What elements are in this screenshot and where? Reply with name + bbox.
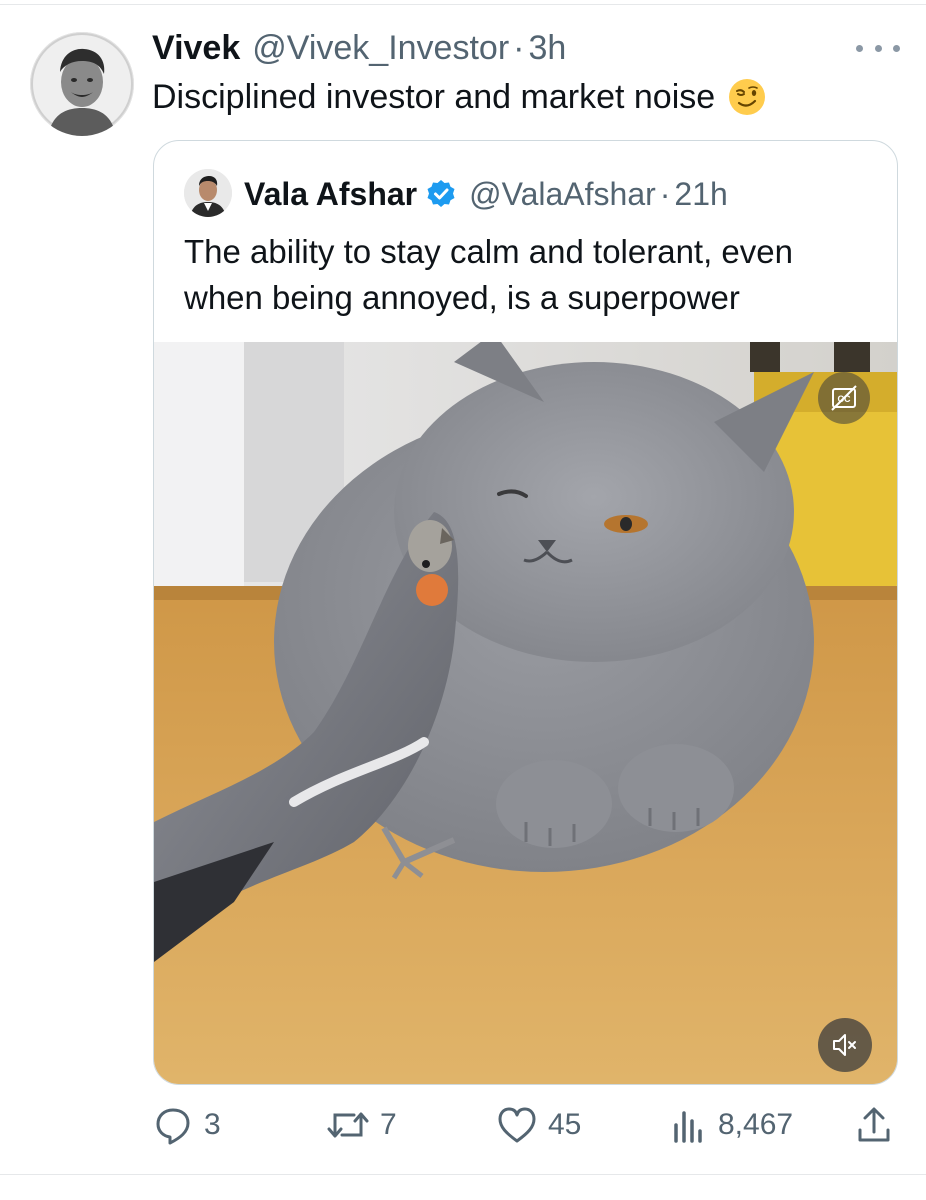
- separator-dot: ·: [513, 28, 525, 67]
- views-button[interactable]: 8,467: [668, 1100, 793, 1150]
- repost-button[interactable]: 7: [326, 1100, 397, 1150]
- like-button[interactable]: 45: [496, 1100, 581, 1150]
- quoted-tweet-header: Vala Afshar @ValaAfshar · 21h: [244, 171, 728, 217]
- quoted-author-avatar[interactable]: [184, 169, 232, 217]
- reply-count: 3: [204, 1108, 221, 1141]
- view-count: 8,467: [718, 1108, 794, 1141]
- speaker-muted-icon: [833, 1034, 856, 1056]
- quoted-tweet-video[interactable]: CC: [154, 342, 897, 1084]
- repost-icon: [327, 1112, 369, 1138]
- like-count: 45: [548, 1108, 582, 1141]
- quoted-author-handle[interactable]: @ValaAfshar: [469, 176, 656, 213]
- author-name[interactable]: Vivek: [152, 29, 240, 68]
- share-button[interactable]: [854, 1100, 894, 1150]
- quoted-tweet-timestamp[interactable]: 21h: [674, 176, 727, 213]
- quoted-separator-dot: ·: [659, 175, 671, 212]
- tweet-body: Disciplined investor and market noise: [152, 78, 716, 116]
- share-icon: [858, 1107, 890, 1142]
- tweet-text: Disciplined investor and market noise: [152, 74, 767, 120]
- quoted-tweet-text: The ability to stay calm and tolerant, e…: [184, 233, 793, 316]
- quoted-author-name[interactable]: Vala Afshar: [244, 176, 417, 213]
- top-divider: [0, 4, 926, 5]
- closed-captions-icon: CC: [831, 385, 857, 411]
- more-options-icon[interactable]: [856, 36, 900, 60]
- views-chart-icon: [674, 1111, 702, 1143]
- quoted-tweet[interactable]: Vala Afshar @ValaAfshar · 21h The abilit…: [153, 140, 898, 1085]
- heart-icon: [498, 1107, 536, 1143]
- tweet-timestamp[interactable]: 3h: [528, 29, 566, 68]
- winking-face-icon: [729, 79, 766, 115]
- author-handle[interactable]: @Vivek_Investor: [252, 29, 509, 68]
- author-avatar[interactable]: [30, 32, 134, 136]
- reply-button[interactable]: 3: [152, 1100, 221, 1150]
- reply-icon: [156, 1108, 190, 1145]
- tweet-actions-bar: 3 7 45 8,467: [0, 1100, 926, 1150]
- mute-toggle-button[interactable]: [818, 1018, 872, 1072]
- repost-count: 7: [380, 1108, 397, 1141]
- tweet-header: Vivek @Vivek_Investor · 3h: [152, 26, 566, 70]
- closed-captions-button[interactable]: CC: [818, 372, 870, 424]
- video-frame: [154, 342, 897, 1084]
- verified-badge-icon: [427, 180, 455, 207]
- bottom-divider: [0, 1174, 926, 1175]
